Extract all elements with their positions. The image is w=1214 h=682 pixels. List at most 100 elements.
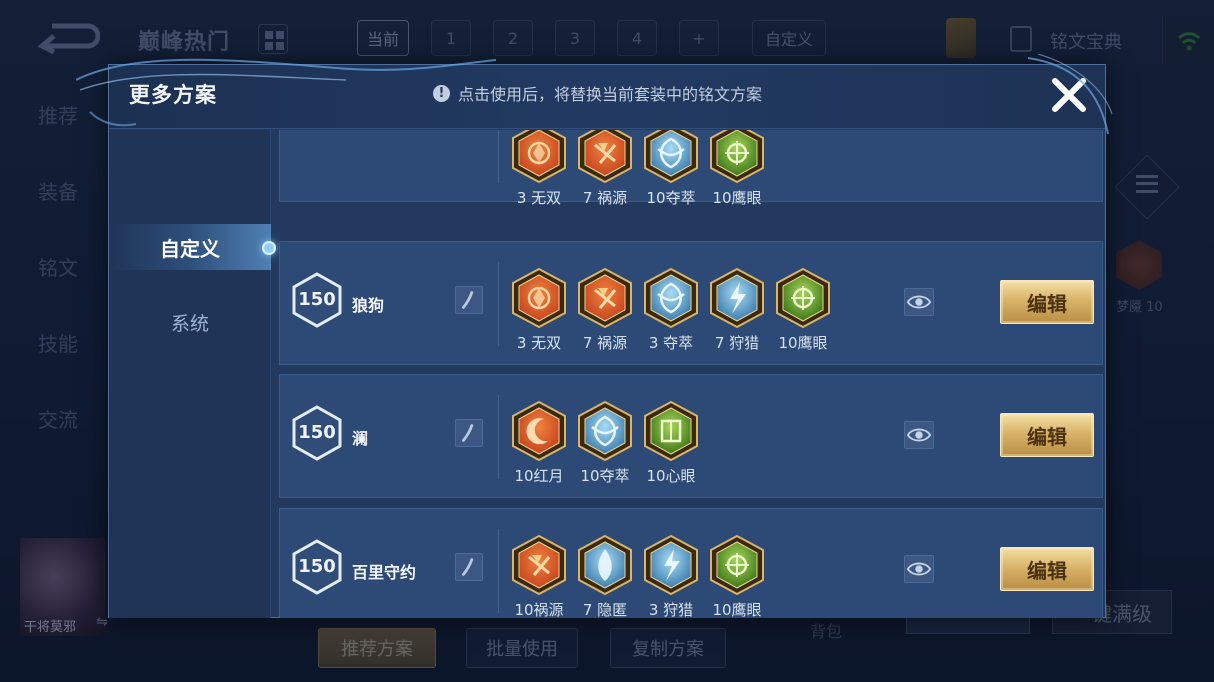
side-nav-skills[interactable]: 技能	[38, 328, 78, 404]
rename-button[interactable]	[455, 553, 483, 581]
slot-tab-3[interactable]: 3	[555, 20, 595, 56]
active-tab-indicator	[262, 241, 276, 255]
side-nav: 推荐 装备 铭文 技能 交流	[38, 100, 78, 480]
preview-button[interactable]	[904, 421, 934, 449]
rune-red-a-icon	[512, 130, 566, 184]
divider	[498, 130, 499, 183]
modal-title: 更多方案	[129, 83, 217, 107]
rune-red-b-icon	[578, 130, 632, 184]
side-nav-runes[interactable]: 铭文	[38, 252, 78, 328]
divider	[498, 395, 499, 479]
plan-card[interactable]: 150 百里守约 10祸源 7 隐匿 3 狩猎 10鹰眼 编辑	[279, 508, 1103, 618]
swap-icon[interactable]: ⇋	[96, 614, 108, 630]
rune-count-label: 梦魇 10	[1116, 300, 1163, 315]
menu-icon	[1136, 175, 1158, 193]
rune-blue-b-icon	[644, 534, 698, 596]
divider	[498, 529, 499, 613]
rune-green-a-icon	[710, 130, 764, 184]
tab-custom[interactable]: 自定义	[109, 218, 271, 276]
rune-item: 10夺萃	[638, 130, 704, 208]
level-badge: 150	[292, 539, 342, 595]
slot-tab-2[interactable]: 2	[493, 20, 533, 56]
slot-tab-4[interactable]: 4	[617, 20, 657, 56]
hero-name: 干将莫邪	[24, 620, 77, 635]
rune-item: 7 祸源	[572, 267, 638, 353]
rune-label: 7 狩猎	[714, 334, 760, 352]
rune-item: 10夺萃	[572, 400, 638, 486]
codex-icon[interactable]	[1010, 26, 1032, 52]
rune-item: 10红月	[506, 400, 572, 486]
preview-button[interactable]	[904, 288, 934, 316]
level-badge: 150	[292, 405, 342, 461]
rename-button[interactable]	[455, 286, 483, 314]
tab-system[interactable]: 系统	[109, 294, 271, 350]
add-slot-button[interactable]: +	[679, 20, 719, 56]
rune-label: 3 狩猎	[648, 601, 694, 618]
rune-label: 10鹰眼	[712, 189, 762, 207]
modal-header: 更多方案 ! 点击使用后，将替换当前套装中的铭文方案	[109, 65, 1105, 129]
copy-plan-button[interactable]: 复制方案	[610, 628, 726, 668]
side-nav-recommend[interactable]: 推荐	[38, 100, 78, 176]
plan-name: 百里守约	[352, 563, 417, 582]
rune-blue-a-icon	[644, 267, 698, 329]
hint: ! 点击使用后，将替换当前套装中的铭文方案	[433, 81, 762, 105]
rune-item: 10鹰眼	[770, 267, 836, 353]
wifi-icon	[1162, 16, 1214, 64]
preview-button[interactable]	[904, 555, 934, 583]
rune-label: 10红月	[514, 467, 564, 485]
plan-list[interactable]: 3 无双 7 祸源 10夺萃 10鹰眼 150 狼狗 3 无双 7 祸源 3 夺…	[279, 130, 1105, 618]
rune-icon[interactable]	[1116, 240, 1162, 290]
rune-label: 10心眼	[646, 467, 696, 485]
rune-green-a-icon	[710, 534, 764, 596]
rune-item: 3 无双	[506, 130, 572, 208]
rune-label: 7 祸源	[582, 189, 628, 207]
plan-name: 澜	[352, 429, 369, 448]
rune-item: 7 祸源	[572, 130, 638, 208]
modal-sidebar: 自定义 系统	[109, 130, 276, 618]
recommend-plan-button[interactable]: 推荐方案	[318, 628, 436, 668]
slot-tab-1[interactable]: 1	[431, 20, 471, 56]
rune-label: 3 无双	[516, 334, 562, 352]
codex-label[interactable]: 铭文宝典	[1050, 28, 1122, 54]
back-arrow-icon[interactable]	[38, 22, 100, 54]
rune-item: 3 狩猎	[638, 534, 704, 618]
rune-list: 3 无双 7 祸源 3 夺萃 7 狩猎 10鹰眼	[506, 267, 836, 353]
rune-slot-tabs: 当前 1 2 3 4 +	[357, 20, 719, 56]
rename-button[interactable]	[455, 419, 483, 447]
eye-icon	[906, 562, 932, 576]
rune-red-a-icon	[512, 267, 566, 329]
edit-button[interactable]: 编辑	[1000, 547, 1094, 591]
edit-button[interactable]: 编辑	[1000, 280, 1094, 324]
batch-use-button[interactable]: 批量使用	[466, 628, 578, 668]
rune-list: 10祸源 7 隐匿 3 狩猎 10鹰眼	[506, 534, 770, 618]
rune-item: 7 隐匿	[572, 534, 638, 618]
rune-list: 10红月 10夺萃 10心眼	[506, 400, 704, 486]
plan-card[interactable]: 3 无双 7 祸源 10夺萃 10鹰眼	[279, 130, 1103, 207]
rune-item: 10鹰眼	[704, 130, 770, 208]
rune-label: 3 夺萃	[648, 334, 694, 352]
rune-list: 3 无双 7 祸源 10夺萃 10鹰眼	[506, 130, 770, 208]
edit-button[interactable]: 编辑	[1000, 413, 1094, 457]
rune-blue-c-icon	[578, 534, 632, 596]
side-nav-equipment[interactable]: 装备	[38, 176, 78, 252]
side-nav-community[interactable]: 交流	[38, 404, 78, 480]
slot-tab-current[interactable]: 当前	[357, 20, 409, 56]
close-icon[interactable]	[1047, 73, 1091, 117]
level-badge: 150	[292, 272, 342, 328]
pencil-icon	[462, 424, 474, 442]
rune-label: 10鹰眼	[712, 601, 762, 618]
level-number: 150	[298, 556, 336, 577]
more-plans-modal: 更多方案 ! 点击使用后，将替换当前套装中的铭文方案 自定义 系统 3 无双 7…	[108, 64, 1106, 618]
plan-card[interactable]: 150 澜 10红月 10夺萃 10心眼 编辑	[279, 374, 1103, 498]
custom-tab[interactable]: 自定义	[752, 20, 826, 56]
card-icon[interactable]	[946, 18, 976, 58]
grid-icon[interactable]	[258, 24, 288, 54]
plan-card[interactable]: 150 狼狗 3 无双 7 祸源 3 夺萃 7 狩猎 10鹰眼 编辑	[279, 241, 1103, 365]
rune-label: 10鹰眼	[778, 334, 828, 352]
rune-label: 7 祸源	[582, 334, 628, 352]
rune-red-b-icon	[578, 267, 632, 329]
rune-item: 3 无双	[506, 267, 572, 353]
hint-text: 点击使用后，将替换当前套装中的铭文方案	[458, 85, 763, 104]
bag-label[interactable]: 背包	[810, 618, 842, 642]
eye-icon	[906, 295, 932, 309]
